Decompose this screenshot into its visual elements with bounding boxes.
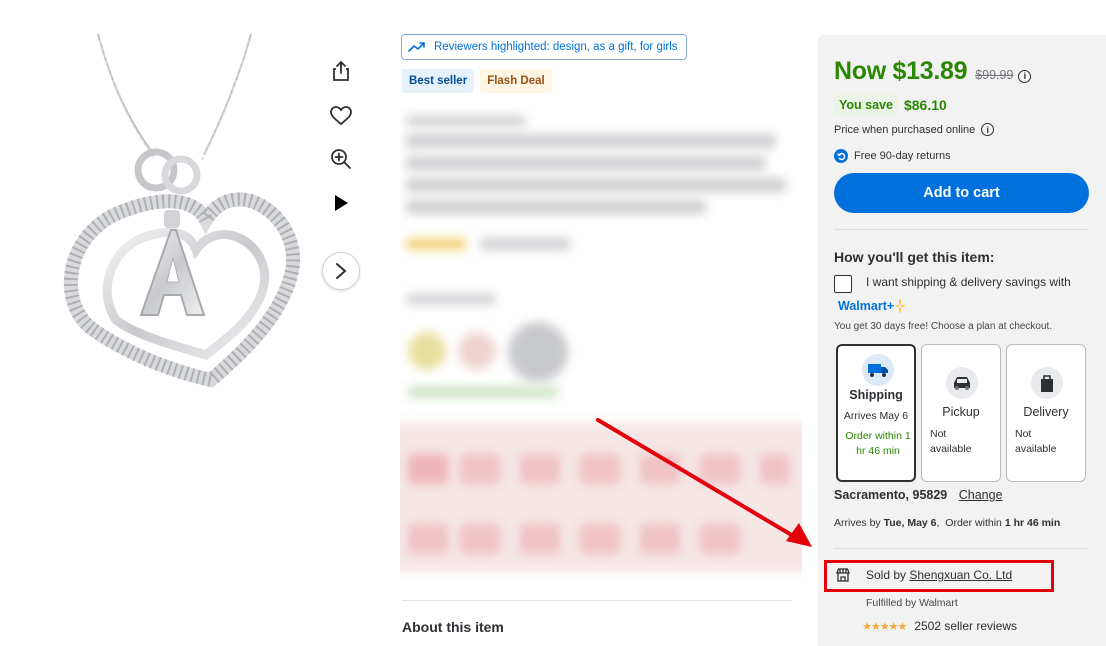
delivery-option[interactable]: Delivery Not available: [1006, 344, 1086, 482]
delivery-title: Delivery: [1023, 405, 1069, 419]
change-location-link[interactable]: Change: [959, 488, 1003, 502]
savings-row: You save $86.10: [834, 94, 947, 116]
annotation-highlight-box: [824, 560, 1054, 592]
divider: [402, 600, 792, 601]
flash-deal-badge: Flash Deal: [480, 69, 552, 93]
share-button[interactable]: [322, 52, 360, 90]
play-video-button[interactable]: [322, 184, 360, 222]
seller-reviews-count: 2502 seller reviews: [914, 619, 1018, 633]
you-save-amount: $86.10: [903, 97, 947, 113]
chevron-right-icon: [336, 263, 347, 279]
price-note-text: Price when purchased online: [834, 123, 976, 136]
blurred-content: [400, 104, 802, 584]
walmart-plus-row: I want shipping & delivery savings with: [834, 275, 1071, 293]
divider: [834, 548, 1089, 549]
buy-box: Now $13.89 $99.99 i You save $86.10 Pric…: [818, 35, 1106, 646]
rating-stars: ★★★★★: [862, 620, 907, 633]
location-text: Sacramento, 95829: [834, 488, 948, 502]
fulfillment-heading: How you'll get this item:: [834, 249, 995, 265]
share-icon: [333, 60, 349, 81]
pickup-option[interactable]: Pickup Not available: [921, 344, 1001, 482]
about-item-heading[interactable]: About this item: [402, 619, 504, 635]
price-info-icon[interactable]: i: [1018, 69, 1032, 83]
arrives-date: Tue, May 6: [883, 517, 937, 529]
play-icon: [335, 195, 348, 211]
shipping-order-within: Order within 1 hr 46 min: [845, 430, 911, 457]
pickup-title: Pickup: [942, 405, 980, 419]
walmart-plus-checkbox[interactable]: [834, 275, 852, 293]
add-to-cart-button[interactable]: Add to cart: [834, 173, 1089, 213]
favorite-button[interactable]: [322, 97, 360, 135]
order-within-time: 1 hr 46 min: [1004, 517, 1061, 529]
shipping-title: Shipping: [849, 388, 903, 402]
reviewer-highlights[interactable]: Reviewers highlighted: design, as a gift…: [401, 34, 687, 60]
divider: [834, 229, 1089, 230]
arrives-row: Arrives by Tue, May 6, Order within 1 hr…: [834, 517, 1061, 529]
location-row: Sacramento, 95829 Change: [834, 488, 1003, 502]
best-seller-badge: Best seller: [402, 69, 475, 93]
zoom-in-icon: [331, 149, 351, 169]
highlights-text: Reviewers highlighted: design, as a gift…: [434, 41, 678, 53]
shipping-truck-icon: [862, 354, 894, 386]
seller-reviews[interactable]: ★★★★★ 2502 seller reviews: [862, 619, 1017, 633]
shipping-arrival: Arrives May 6: [843, 410, 909, 422]
heart-icon: [330, 106, 352, 126]
shipping-option[interactable]: Shipping Arrives May 6 Order within 1 hr…: [836, 344, 916, 482]
original-price: $99.99: [975, 68, 1014, 82]
trial-text: You get 30 days free! Choose a plan at c…: [834, 321, 1053, 332]
returns-icon: [834, 149, 848, 163]
pickup-availability: Not available: [930, 428, 972, 455]
delivery-availability: Not available: [1015, 428, 1057, 455]
walmart-plus-logo: Walmart+: [838, 299, 905, 313]
current-price: Now $13.89: [834, 57, 968, 85]
price-row: Now $13.89 $99.99 i: [834, 57, 1032, 86]
product-image[interactable]: [36, 30, 316, 430]
returns-text: Free 90-day returns: [854, 150, 951, 162]
delivery-bag-icon: [1031, 367, 1063, 399]
fulfillment-options: Shipping Arrives May 6 Order within 1 hr…: [836, 344, 1086, 482]
returns-row: Free 90-day returns: [834, 149, 951, 163]
product-details: Reviewers highlighted: design, as a gift…: [400, 0, 802, 646]
pickup-car-icon: [946, 367, 978, 399]
necklace-image: [63, 33, 300, 388]
spark-icon: [895, 299, 905, 313]
fulfilled-by: Fulfilled by Walmart: [866, 597, 958, 609]
next-image-button[interactable]: [322, 252, 360, 290]
badges: Best seller Flash Deal: [402, 69, 552, 93]
trend-up-icon: [408, 42, 425, 52]
walmart-plus-text: I want shipping & delivery savings with: [866, 275, 1071, 289]
zoom-button[interactable]: [322, 140, 360, 178]
price-note-info-icon[interactable]: i: [981, 123, 995, 136]
price-when-purchased: Price when purchased online i: [834, 123, 995, 136]
you-save-label: You save: [834, 94, 898, 116]
